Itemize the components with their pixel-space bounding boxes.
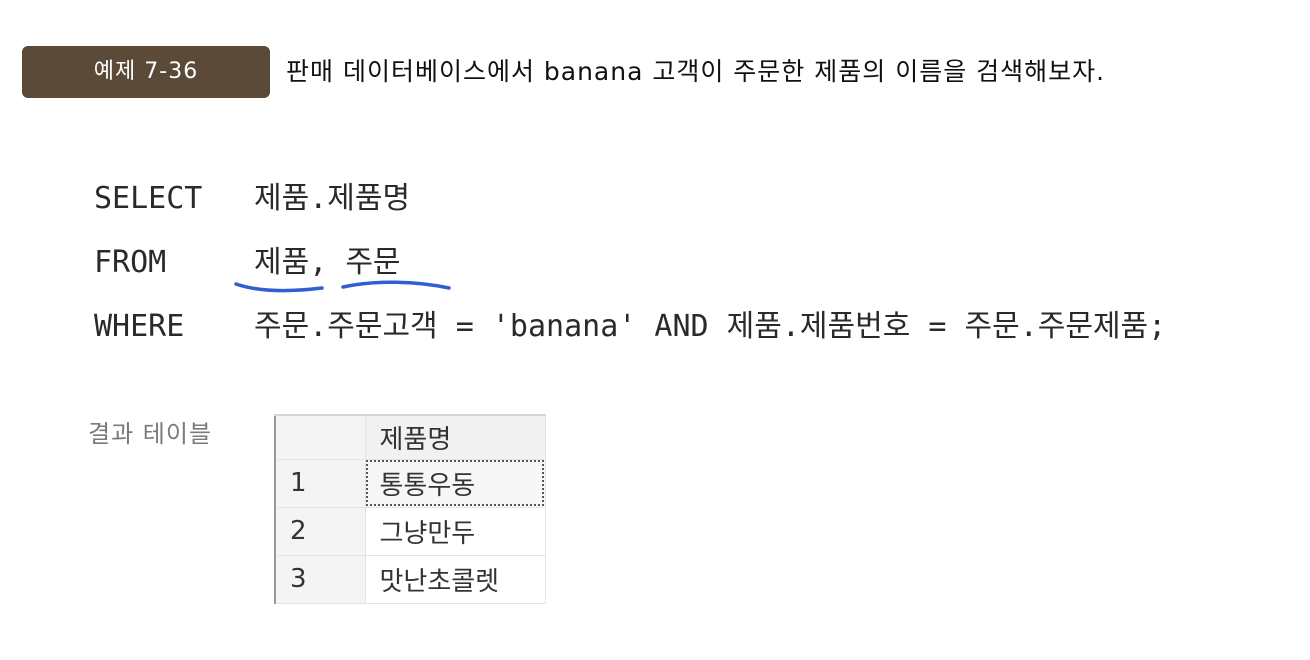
handwritten-underline-2 (341, 280, 452, 290)
sql-from-keyword: FROM (94, 245, 167, 280)
sql-where-expression: 주문.주문고객 = 'banana' AND 제품.제품번호 = 주문.주문제품… (254, 309, 1167, 344)
example-badge: 예제 7-36 (22, 46, 270, 98)
sql-from-table-product-text: 제품 (254, 245, 310, 280)
result-table-label: 결과 테이블 (88, 420, 213, 448)
table-row[interactable]: 3 맛난초콜렛 (275, 555, 546, 604)
product-name-cell[interactable]: 통통우동 (365, 459, 546, 508)
result-table-header-row: 제품명 (275, 415, 546, 460)
result-table: 제품명 1 통통우동 2 그냥만두 3 맛난초콜렛 (274, 414, 546, 604)
table-row[interactable]: 2 그냥만두 (275, 507, 546, 556)
result-header-index[interactable] (275, 415, 366, 460)
sql-select-expression: 제품.제품명 (254, 181, 411, 216)
sql-from-table-product: 제품 (234, 238, 324, 293)
sql-select-line: SELECT 제품.제품명 (94, 174, 1166, 238)
sql-from-table-order-text: 주문 (345, 245, 401, 280)
table-row[interactable]: 1 통통우동 (275, 459, 546, 508)
example-title: 판매 데이터베이스에서 banana 고객이 주문한 제품의 이름을 검색해보자… (286, 57, 1106, 86)
handwritten-underline-1 (234, 282, 324, 293)
result-header-product-name[interactable]: 제품명 (365, 415, 546, 460)
row-index[interactable]: 1 (275, 459, 366, 508)
sql-where-keyword: WHERE (94, 309, 185, 344)
sql-from-table-order: 주문 (341, 238, 452, 290)
product-name-cell[interactable]: 맛난초콜렛 (365, 555, 546, 604)
sql-select-keyword: SELECT (94, 181, 203, 216)
sql-code-block: SELECT 제품.제품명 FROM 제품, 주문 WHERE 주문.주문고객 = '… (94, 174, 1166, 366)
row-index[interactable]: 2 (275, 507, 366, 556)
sql-from-line: FROM 제품, 주문 (94, 238, 1166, 302)
product-name-cell[interactable]: 그냥만두 (365, 507, 546, 556)
sql-from-separator: , (309, 245, 346, 280)
row-index[interactable]: 3 (275, 555, 366, 604)
sql-where-line: WHERE 주문.주문고객 = 'banana' AND 제품.제품번호 = 주문… (94, 302, 1166, 366)
